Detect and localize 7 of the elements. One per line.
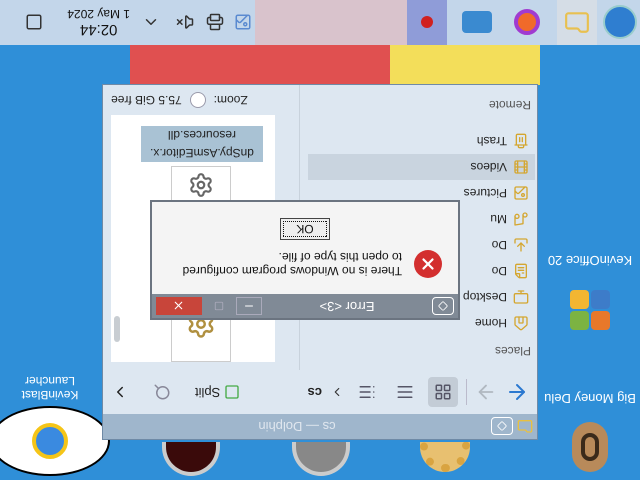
- zoom-label: Zoom:: [214, 92, 248, 109]
- section-heading: Places: [494, 343, 532, 360]
- free-space-text: 75.5 GiB free: [111, 92, 182, 109]
- dialog-title: Error <3>: [318, 298, 376, 316]
- error-message: There is no Windows program configured to open this type of file.: [182, 250, 402, 278]
- window-title: cs — Dolphin: [257, 418, 337, 436]
- section-heading: Remote: [488, 97, 532, 114]
